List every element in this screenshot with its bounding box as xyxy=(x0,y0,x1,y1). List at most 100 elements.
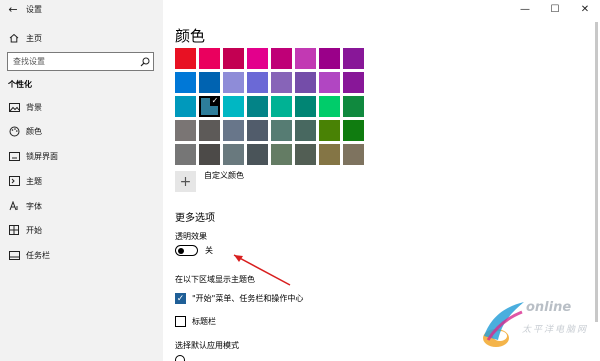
checkbox-label: 标题栏 xyxy=(192,317,216,326)
transparency-toggle-row: 关 xyxy=(175,245,213,256)
color-swatch[interactable] xyxy=(175,96,196,117)
custom-color-label: 自定义颜色 xyxy=(204,171,244,180)
color-swatch[interactable] xyxy=(319,120,340,141)
lock-screen-icon xyxy=(8,150,20,162)
color-swatch[interactable] xyxy=(343,120,364,141)
color-swatch[interactable] xyxy=(199,72,220,93)
plus-icon[interactable]: + xyxy=(175,171,196,192)
color-swatch[interactable] xyxy=(319,48,340,69)
sidebar-item-start[interactable]: 开始 xyxy=(0,221,163,239)
sidebar-item-fonts[interactable]: 字体 xyxy=(0,197,163,215)
page-title: 颜色 xyxy=(175,27,206,45)
color-swatch[interactable] xyxy=(319,72,340,93)
color-swatch[interactable] xyxy=(199,120,220,141)
color-swatch[interactable] xyxy=(247,96,268,117)
image-icon xyxy=(8,101,20,113)
checkbox-row-title-bars[interactable]: 标题栏 xyxy=(175,316,216,327)
toggle-knob xyxy=(178,247,184,254)
search-icon[interactable] xyxy=(137,57,153,67)
app-mode-radio[interactable] xyxy=(175,355,185,361)
font-icon xyxy=(8,200,20,212)
watermark-subtext: 太平洋电脑网 xyxy=(522,325,589,335)
minimize-button[interactable]: — xyxy=(510,0,540,18)
color-swatch-grid: ✓ xyxy=(175,48,364,165)
search-input[interactable]: 查找设置 xyxy=(7,52,154,71)
color-swatch[interactable] xyxy=(223,48,244,69)
section-heading: 个性化 xyxy=(8,80,32,89)
color-swatch[interactable] xyxy=(247,144,268,165)
color-swatch[interactable] xyxy=(343,144,364,165)
color-swatch[interactable] xyxy=(343,48,364,69)
sidebar-item-label: 任务栏 xyxy=(26,250,50,260)
transparency-state: 关 xyxy=(205,246,213,255)
app-title: 设置 xyxy=(26,4,42,14)
scrollbar[interactable] xyxy=(595,22,598,322)
selected-check-icon: ✓ xyxy=(210,96,220,106)
sidebar-item-taskbar[interactable]: 任务栏 xyxy=(0,246,163,264)
color-swatch[interactable] xyxy=(175,144,196,165)
checkbox-row-start-taskbar[interactable]: ✓ "开始"菜单、任务栏和操作中心 xyxy=(175,293,303,304)
theme-icon xyxy=(8,175,20,187)
sidebar-item-label: 锁屏界面 xyxy=(26,151,58,161)
sidebar-item-label: 背景 xyxy=(26,102,42,112)
color-swatch[interactable] xyxy=(247,72,268,93)
transparency-toggle[interactable] xyxy=(175,245,198,256)
color-swatch[interactable] xyxy=(295,48,316,69)
watermark-logo: online 太平洋电脑网 xyxy=(478,292,598,358)
color-swatch[interactable] xyxy=(223,96,244,117)
color-swatch[interactable] xyxy=(343,96,364,117)
color-swatch[interactable] xyxy=(295,72,316,93)
color-swatch[interactable] xyxy=(271,96,292,117)
nav-home-label: 主页 xyxy=(26,33,42,43)
color-swatch[interactable] xyxy=(271,120,292,141)
custom-color-button[interactable]: + 自定义颜色 xyxy=(175,171,244,192)
nav-home[interactable]: 主页 xyxy=(0,30,163,46)
color-swatch[interactable] xyxy=(295,96,316,117)
more-options-heading: 更多选项 xyxy=(175,213,215,224)
sidebar-item-label: 主题 xyxy=(26,176,42,186)
checkbox-title-bars[interactable] xyxy=(175,316,186,327)
palette-icon xyxy=(8,125,20,137)
color-swatch[interactable] xyxy=(223,120,244,141)
color-swatch[interactable]: ✓ xyxy=(199,96,220,117)
transparency-label: 透明效果 xyxy=(175,232,207,241)
color-swatch[interactable] xyxy=(295,144,316,165)
checkbox-start-taskbar[interactable]: ✓ xyxy=(175,293,186,304)
sidebar-item-lock-screen[interactable]: 锁屏界面 xyxy=(0,147,163,165)
window-controls: — ☐ ✕ xyxy=(510,0,600,18)
color-swatch[interactable] xyxy=(343,72,364,93)
sidebar-item-background[interactable]: 背景 xyxy=(0,98,163,116)
color-swatch[interactable] xyxy=(175,48,196,69)
color-swatch[interactable] xyxy=(271,144,292,165)
home-icon xyxy=(8,32,20,44)
color-swatch[interactable] xyxy=(223,72,244,93)
color-swatch[interactable] xyxy=(223,144,244,165)
checkbox-label: "开始"菜单、任务栏和操作中心 xyxy=(192,294,304,303)
color-swatch[interactable] xyxy=(175,72,196,93)
close-button[interactable]: ✕ xyxy=(570,0,600,18)
color-swatch[interactable] xyxy=(247,48,268,69)
color-swatch[interactable] xyxy=(199,144,220,165)
color-swatch[interactable] xyxy=(319,144,340,165)
titlebar-left: ← 设置 xyxy=(0,0,163,18)
color-swatch[interactable] xyxy=(271,72,292,93)
color-swatch[interactable] xyxy=(175,120,196,141)
color-swatch[interactable] xyxy=(247,120,268,141)
sidebar-item-label: 颜色 xyxy=(26,126,42,136)
color-swatch[interactable] xyxy=(199,48,220,69)
watermark-text: online xyxy=(526,300,572,315)
sidebar-item-label: 字体 xyxy=(26,201,42,211)
back-button[interactable]: ← xyxy=(0,0,26,18)
sidebar-item-themes[interactable]: 主题 xyxy=(0,172,163,190)
sidebar-item-colors[interactable]: 颜色 xyxy=(0,122,163,140)
sidebar-item-label: 开始 xyxy=(26,225,42,235)
color-swatch[interactable] xyxy=(295,120,316,141)
taskbar-icon xyxy=(8,249,20,261)
app-mode-label: 选择默认应用模式 xyxy=(175,341,239,350)
maximize-button[interactable]: ☐ xyxy=(540,0,570,18)
start-icon xyxy=(8,224,20,236)
color-swatch[interactable] xyxy=(271,48,292,69)
search-placeholder: 查找设置 xyxy=(13,57,45,66)
color-swatch[interactable] xyxy=(319,96,340,117)
accent-surfaces-label: 在以下区域显示主题色 xyxy=(175,275,255,284)
